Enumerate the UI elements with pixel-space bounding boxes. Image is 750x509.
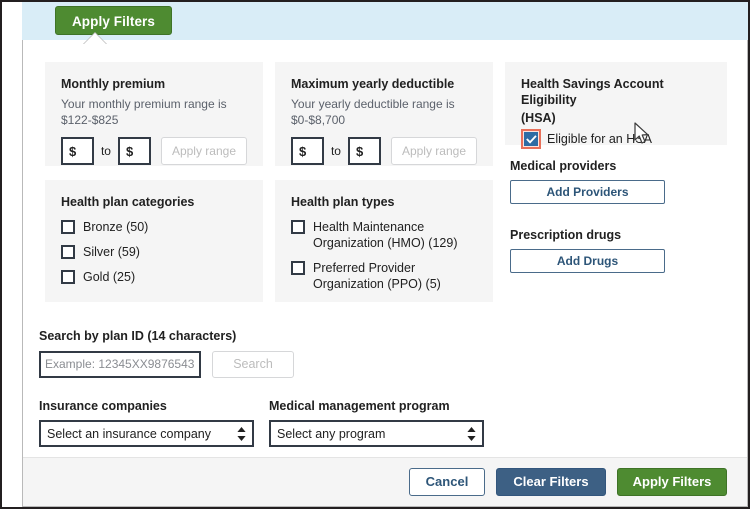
medical-providers-section: Medical providers Add Providers (510, 158, 730, 204)
apply-filters-button[interactable]: Apply Filters (617, 468, 727, 496)
monthly-premium-title: Monthly premium (61, 77, 166, 91)
deductible-apply-range-button[interactable]: Apply range (390, 137, 477, 165)
deductible-max-input[interactable]: $ (347, 137, 381, 165)
apply-filters-tab-button[interactable]: Apply Filters (55, 6, 172, 35)
plan-category-silver[interactable]: Silver (59) (61, 244, 247, 260)
monthly-premium-range-row: $ to $ Apply range (61, 137, 247, 165)
plan-id-search-label: Search by plan ID (14 characters) (39, 329, 237, 343)
deductible-to-label: to (330, 144, 341, 158)
deductible-min-input[interactable]: $ (291, 137, 324, 165)
plan-id-search-input[interactable]: Example: 12345XX9876543 (39, 351, 201, 378)
insurance-companies-section: Insurance companies Select an insurance … (39, 398, 269, 447)
hmo-label: Health Maintenance Organization (HMO) (1… (313, 220, 458, 250)
add-providers-button[interactable]: Add Providers (510, 180, 665, 204)
insurance-companies-select[interactable]: Select an insurance company (39, 420, 254, 447)
bronze-label: Bronze (50) (83, 220, 149, 234)
bronze-checkbox[interactable] (61, 220, 75, 234)
prescription-drugs-section: Prescription drugs Add Drugs (510, 227, 730, 273)
hsa-checkbox-row[interactable]: Eligible for an HSA (521, 129, 711, 149)
monthly-premium-to-label: to (100, 144, 111, 158)
medical-providers-title: Medical providers (510, 159, 617, 173)
monthly-premium-subtitle-line1: Your monthly premium range is (61, 97, 227, 111)
deductible-subtitle-line1: Your yearly deductible range is (291, 97, 455, 111)
monthly-premium-apply-range-button[interactable]: Apply range (160, 137, 247, 165)
plan-categories-title: Health plan categories (61, 195, 195, 209)
deductible-title: Maximum yearly deductible (291, 77, 455, 91)
medical-management-selected-value: Select any program (277, 426, 386, 441)
plan-id-search-button[interactable]: Search (212, 351, 294, 378)
insurance-companies-selected-value: Select an insurance company (47, 426, 211, 441)
monthly-premium-card: Monthly premium Your monthly premium ran… (45, 62, 263, 166)
medical-management-section: Medical management program Select any pr… (269, 398, 499, 447)
ppo-label: Preferred Provider Organization (PPO) (5… (313, 261, 441, 291)
silver-label: Silver (59) (83, 245, 140, 259)
medical-management-label: Medical management program (269, 399, 450, 413)
silver-checkbox[interactable] (61, 245, 75, 259)
select-arrows-icon (237, 426, 246, 441)
ppo-checkbox[interactable] (291, 261, 305, 275)
filter-panel-screenshot: Apply Filters Monthly premium Your month… (0, 0, 750, 509)
hsa-title-line1: Health Savings Account Eligibility (521, 77, 664, 107)
select-arrows-icon (467, 426, 476, 441)
prescription-drugs-title: Prescription drugs (510, 228, 622, 242)
add-drugs-button[interactable]: Add Drugs (510, 249, 665, 273)
deductible-card: Maximum yearly deductible Your yearly de… (275, 62, 493, 166)
hsa-checkbox-label: Eligible for an HSA (547, 132, 652, 146)
plan-type-hmo[interactable]: Health Maintenance Organization (HMO) (1… (291, 219, 477, 251)
clear-filters-button[interactable]: Clear Filters (496, 468, 606, 496)
monthly-premium-min-input[interactable]: $ (61, 137, 94, 165)
hsa-title-line2: (HSA) (521, 111, 556, 125)
medical-management-select[interactable]: Select any program (269, 420, 484, 447)
filters-body: Monthly premium Your monthly premium ran… (23, 40, 747, 458)
insurance-companies-label: Insurance companies (39, 399, 167, 413)
plan-types-card: Health plan types Health Maintenance Org… (275, 180, 493, 302)
plan-id-search-row: Example: 12345XX9876543 Search (39, 351, 359, 378)
plan-type-ppo[interactable]: Preferred Provider Organization (PPO) (5… (291, 260, 477, 292)
monthly-premium-max-input[interactable]: $ (117, 137, 151, 165)
check-icon (525, 134, 537, 144)
hsa-checkbox-focus-ring (521, 129, 541, 149)
gold-checkbox[interactable] (61, 270, 75, 284)
panel-footer: Cancel Clear Filters Apply Filters (23, 457, 747, 506)
monthly-premium-subtitle-line2: $122-$825 (61, 113, 119, 127)
plan-category-gold[interactable]: Gold (25) (61, 269, 247, 285)
deductible-subtitle-line2: $0-$8,700 (291, 113, 346, 127)
hmo-checkbox[interactable] (291, 220, 305, 234)
plan-types-title: Health plan types (291, 195, 395, 209)
tab-strip: Apply Filters (22, 2, 748, 40)
panel-caret (84, 33, 106, 44)
filters-panel: Monthly premium Your monthly premium ran… (22, 40, 748, 507)
hsa-checkbox[interactable] (524, 132, 538, 146)
plan-id-placeholder: Example: 12345XX9876543 (45, 357, 195, 371)
gold-label: Gold (25) (83, 270, 136, 284)
plan-id-search-section: Search by plan ID (14 characters) Exampl… (39, 328, 359, 378)
plan-categories-card: Health plan categories Bronze (50) Silve… (45, 180, 263, 302)
cancel-button[interactable]: Cancel (409, 468, 485, 496)
plan-category-bronze[interactable]: Bronze (50) (61, 219, 247, 235)
deductible-range-row: $ to $ Apply range (291, 137, 477, 165)
hsa-card: Health Savings Account Eligibility (HSA)… (505, 62, 727, 149)
